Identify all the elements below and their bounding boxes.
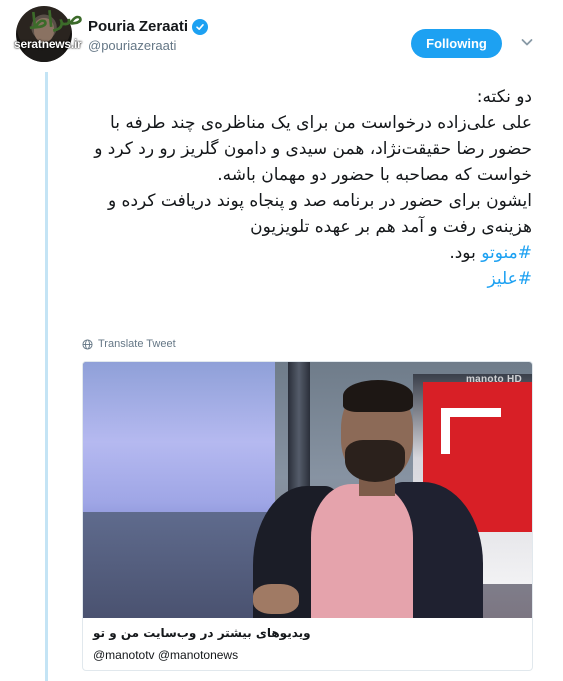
manoto-logo-mark xyxy=(441,408,501,454)
chevron-down-icon[interactable] xyxy=(519,34,535,50)
hashtag-link-aliz[interactable]: #علیز xyxy=(487,269,532,289)
translate-tweet-label: Translate Tweet xyxy=(98,338,176,350)
card-title[interactable]: ویدیوهای بیشتر در وب‌سایت من و تو xyxy=(93,626,522,640)
tweet-text: دو نکته: علی علی‌زاده درخواست من برای یک… xyxy=(82,84,532,292)
avatar[interactable] xyxy=(16,6,72,62)
presenter-hair xyxy=(343,380,413,412)
card-body: ویدیوهای بیشتر در وب‌سایت من و تو @manot… xyxy=(83,618,532,670)
display-name[interactable]: Pouria Zeraati xyxy=(88,18,188,35)
link-card[interactable]: manoto HD ویدیوهای بیشتر در وب‌سایت من و… xyxy=(82,361,533,671)
avatar-face xyxy=(34,18,54,42)
globe-icon xyxy=(82,338,93,350)
tweet-paragraph-1: دو نکته: xyxy=(476,87,532,107)
presenter-hand xyxy=(253,584,299,614)
card-subtitle: @manototv @manotonews xyxy=(93,648,239,662)
presenter-shirt xyxy=(311,484,413,618)
translate-tweet-link[interactable]: Translate Tweet xyxy=(82,338,176,350)
verified-badge-icon xyxy=(192,18,209,35)
card-media-image[interactable]: manoto HD xyxy=(83,362,532,618)
tweet-paragraph-2: علی علی‌زاده درخواست من برای یک مناظره‌ی… xyxy=(94,113,532,185)
tweet-paragraph-4: #منوتو بود. xyxy=(82,240,532,266)
tweet-paragraph-3: ایشون برای حضور در برنامه صد و پنجاه پون… xyxy=(107,191,532,237)
presenter-beard xyxy=(345,440,405,482)
tweet-paragraph-5: #علیز xyxy=(82,266,532,292)
avatar-body xyxy=(24,44,64,62)
tweet-text-tail: بود. xyxy=(449,243,482,263)
name-row: Pouria Zeraati xyxy=(88,18,209,35)
hashtag-link-manoto[interactable]: #منوتو xyxy=(481,243,532,263)
following-button[interactable]: Following xyxy=(411,29,502,58)
thread-line xyxy=(45,72,48,681)
tv-logo: manoto HD xyxy=(465,374,522,385)
tweet-header: Pouria Zeraati @pouriazeraati xyxy=(88,18,209,53)
user-handle[interactable]: @pouriazeraati xyxy=(88,38,208,53)
